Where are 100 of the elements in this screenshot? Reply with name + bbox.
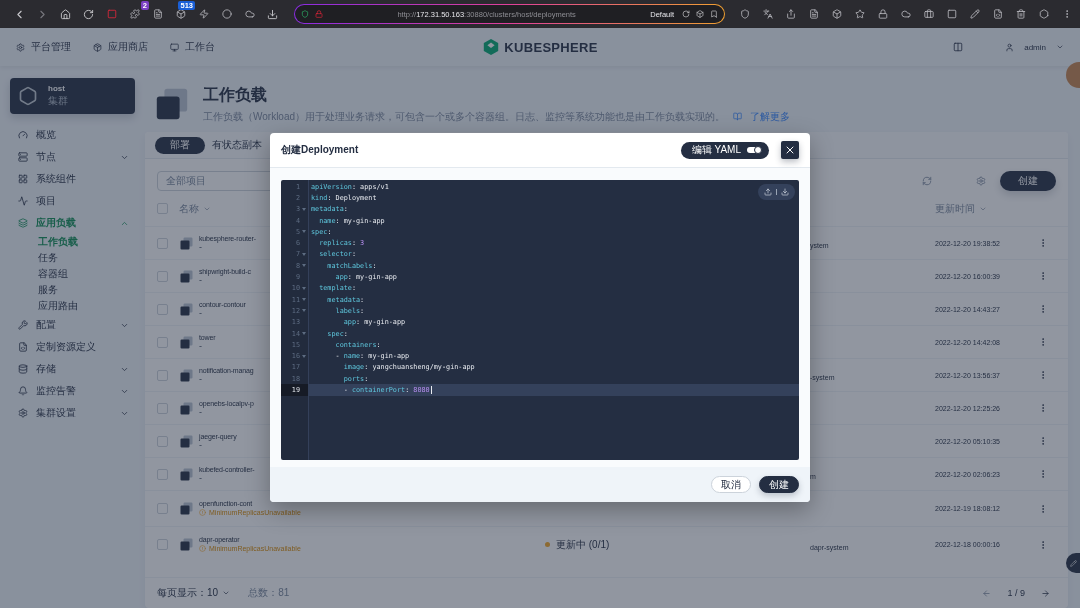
sidebar-subitem[interactable]: 应用路由 <box>10 298 135 314</box>
row-checkbox[interactable] <box>157 468 168 480</box>
text-cursor <box>430 386 432 394</box>
document-icon <box>152 9 163 19</box>
cloud-icon <box>900 9 911 19</box>
square-icon <box>946 9 957 19</box>
settings-icon <box>18 408 28 418</box>
fold-icon[interactable] <box>301 286 306 290</box>
lightning-icon <box>198 9 209 19</box>
document-icon <box>808 9 819 19</box>
fold-icon[interactable] <box>301 298 306 302</box>
caret-icon[interactable] <box>222 589 231 597</box>
lock-icon <box>877 9 888 19</box>
sidebar-item[interactable]: 系统组件 <box>10 168 135 190</box>
share-icon <box>785 9 796 19</box>
sidebar-item[interactable]: 配置 <box>10 314 135 336</box>
fold-icon[interactable] <box>301 207 306 211</box>
previous-page-icon[interactable] <box>982 588 992 598</box>
workload-icon <box>179 501 194 516</box>
layout-icon[interactable] <box>953 42 964 52</box>
sidebar-subitem[interactable]: 服务 <box>10 282 135 298</box>
sidebar-item[interactable]: 应用负载 <box>10 212 135 234</box>
row-checkbox[interactable] <box>157 539 168 550</box>
reload-icon <box>83 8 94 20</box>
cluster-card[interactable]: host 集群 <box>10 78 135 114</box>
row-checkbox[interactable] <box>157 503 168 514</box>
sidebar-item[interactable]: 项目 <box>10 190 135 212</box>
user-name[interactable]: admin <box>1024 42 1046 52</box>
reload-icon <box>682 10 690 18</box>
sidebar-subitem[interactable]: 容器组 <box>10 266 135 282</box>
next-page-icon[interactable] <box>1041 588 1050 598</box>
workload-description: - <box>199 407 202 417</box>
row-checkbox[interactable] <box>157 303 168 315</box>
row-checkbox[interactable] <box>157 237 168 249</box>
home-icon <box>60 8 71 20</box>
sidebar-item[interactable]: 概览 <box>10 124 135 146</box>
user-icon <box>1005 42 1015 52</box>
create-button[interactable]: 创建 <box>759 476 799 493</box>
settings-icon[interactable] <box>976 176 986 186</box>
star-icon <box>854 9 865 19</box>
workload-description: - <box>199 440 202 450</box>
fold-icon[interactable] <box>301 252 306 256</box>
sidebar-item[interactable]: 定制资源定义 <box>10 336 135 358</box>
box-icon <box>831 9 842 19</box>
file-icon <box>992 9 1003 19</box>
fold-icon[interactable] <box>301 309 306 313</box>
refresh-icon[interactable] <box>922 176 932 186</box>
monitor-icon <box>170 42 179 52</box>
nav-link[interactable]: 工作台 <box>170 40 215 54</box>
page-indicator: 1 / 9 <box>1007 588 1025 598</box>
edit-yaml-toggle[interactable]: 编辑 YAML <box>680 141 769 159</box>
lock-icon <box>315 10 323 18</box>
workload-description: - <box>199 341 203 351</box>
workload-description: - <box>199 473 203 483</box>
dialog-title: 创建Deployment <box>281 143 360 157</box>
fold-icon[interactable] <box>301 332 306 335</box>
row-checkbox[interactable] <box>157 435 168 447</box>
workload-icon <box>179 235 194 251</box>
close-button[interactable] <box>781 141 799 159</box>
page-size-select[interactable]: 每页显示：10 <box>157 586 219 600</box>
hexagon-icon <box>1038 9 1049 19</box>
nav-link[interactable]: 应用商店 <box>93 40 148 54</box>
row-checkbox[interactable] <box>157 369 168 381</box>
learn-more-link[interactable]: 了解更多 <box>750 109 791 124</box>
tab[interactable]: 部署 <box>155 136 205 154</box>
sidebar-item[interactable]: 监控告警 <box>10 380 135 402</box>
package-icon <box>93 42 102 52</box>
circle-icon <box>221 9 232 19</box>
column-header[interactable]: 名称 <box>179 201 199 216</box>
download-icon[interactable] <box>781 188 789 196</box>
toggle-switch[interactable] <box>747 147 761 153</box>
workload-description: - <box>199 308 203 318</box>
side-tool-button[interactable] <box>1066 553 1080 573</box>
tab[interactable]: 有状态副本 <box>209 136 265 154</box>
side-tab[interactable] <box>1066 62 1080 88</box>
nav-link[interactable]: 平台管理 <box>16 40 71 54</box>
workload-icon <box>179 334 194 350</box>
status-dot <box>545 542 550 547</box>
cancel-button[interactable]: 取消 <box>711 476 751 493</box>
fold-icon[interactable] <box>301 230 306 234</box>
sidebar-item[interactable]: 节点 <box>10 146 135 168</box>
hexagon-icon <box>18 86 38 106</box>
sidebar-item[interactable]: 集群设置 <box>10 402 135 424</box>
workload-description: - <box>199 374 202 384</box>
fold-icon[interactable] <box>301 354 306 358</box>
row-checkbox[interactable] <box>157 336 168 348</box>
bookmark-icon <box>710 10 718 18</box>
caret-icon[interactable] <box>1056 43 1064 51</box>
fold-icon[interactable] <box>301 264 306 268</box>
create-button[interactable]: 创建 <box>1000 171 1056 191</box>
grid-icon <box>18 174 28 184</box>
sidebar-subitem[interactable]: 工作负载 <box>10 234 135 250</box>
puzzle-icon <box>129 9 140 19</box>
sidebar-subitem[interactable]: 任务 <box>10 250 135 266</box>
row-checkbox[interactable] <box>157 270 168 282</box>
row-checkbox[interactable] <box>157 402 168 414</box>
select-all-checkbox[interactable] <box>157 203 168 214</box>
layers-icon <box>18 218 28 228</box>
sidebar-item[interactable]: 存储 <box>10 358 135 380</box>
upload-icon[interactable] <box>764 188 772 196</box>
